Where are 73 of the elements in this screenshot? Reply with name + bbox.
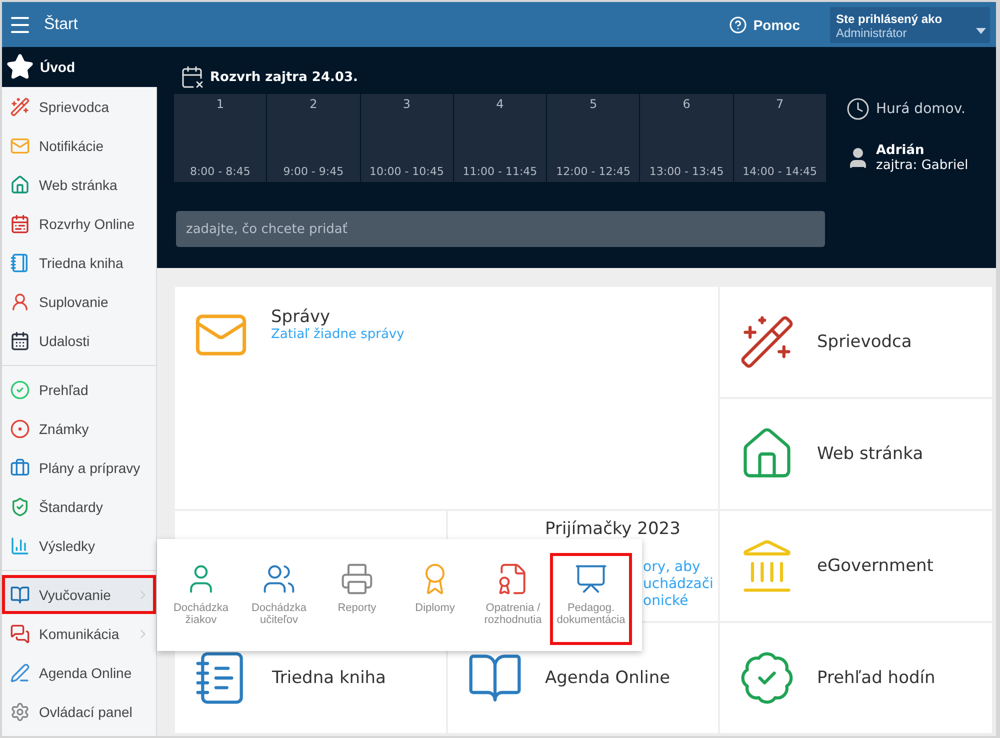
tomorrow-text: zajtra: Gabriel — [876, 158, 968, 173]
tile-description: ory, aby — [643, 559, 702, 576]
tile[interactable]: Web stránka — [720, 399, 992, 509]
notebook-icon — [10, 252, 30, 272]
pen-icon — [10, 662, 30, 682]
settings-icon — [10, 702, 30, 722]
tile-subtitle: Zatiaľ žiadne správy — [271, 327, 404, 342]
help-link[interactable]: Pomoc — [729, 16, 800, 34]
tile-title: Web stránka — [817, 444, 924, 464]
tile-title: eGovernment — [817, 556, 934, 576]
sidebar-item[interactable]: Štandardy — [2, 487, 156, 526]
user-label: Ste prihlásený ako — [836, 12, 944, 26]
period-cell[interactable]: 6 13:00 - 13:45 — [640, 94, 733, 182]
sidebar-item[interactable]: Známky — [2, 409, 156, 448]
bar-chart-icon — [10, 536, 30, 556]
tile[interactable]: Sprievodca — [720, 287, 992, 397]
sidebar-item[interactable]: Triedna kniha — [2, 243, 156, 282]
period-cell[interactable]: 4 11:00 - 11:45 — [454, 94, 546, 182]
calendar-icon — [180, 65, 204, 89]
star-icon — [6, 53, 34, 81]
sidebar-item[interactable]: Komunikácia — [2, 614, 156, 653]
period-cell[interactable]: 3 10:00 - 10:45 — [360, 94, 453, 182]
user-dropdown[interactable]: Ste prihlásený ako Administrátor — [830, 6, 990, 42]
tile-description: onické — [643, 593, 690, 610]
page-title: Štart — [44, 16, 79, 34]
clock-icon — [846, 97, 870, 121]
tile-title: Správy — [271, 307, 332, 327]
open-book-icon — [10, 584, 30, 604]
printer-icon — [340, 562, 374, 596]
sidebar-item[interactable]: Web stránka — [2, 165, 156, 204]
sidebar-item[interactable]: Agenda Online — [2, 653, 156, 692]
chat-bubbles-icon — [10, 624, 30, 644]
sidebar-item[interactable]: Sprievodca — [2, 87, 156, 126]
sidebar-item[interactable]: Prehľad — [2, 370, 156, 409]
schedule-title: Rozvrh zajtra 24.03. — [210, 70, 358, 84]
house-icon — [10, 174, 30, 194]
tile-title: Prehľad hodín — [817, 668, 936, 688]
person-name: Adrián — [876, 143, 926, 158]
tile[interactable]: Prehľad hodín — [720, 623, 992, 733]
sidebar-item[interactable]: Vyučovanie — [2, 575, 156, 614]
sidebar-item[interactable]: Notifikácie — [2, 126, 156, 165]
sidebar-item[interactable]: Plány a prípravy — [2, 448, 156, 487]
add-input-field[interactable]: zadajte, čo chcete pridať — [176, 211, 825, 247]
caret-icon — [976, 28, 986, 34]
tile[interactable]: Správy Zatiaľ žiadne správy — [175, 287, 718, 509]
sidebar-item[interactable]: Rozvrhy Online — [2, 204, 156, 243]
period-cell[interactable]: 2 9:00 - 9:45 — [267, 94, 360, 182]
period-cell[interactable]: 7 14:00 - 14:45 — [734, 94, 826, 182]
briefcase-icon — [10, 458, 30, 478]
check-circle-icon — [10, 380, 30, 400]
period-cell[interactable]: 5 12:00 - 12:45 — [547, 94, 640, 182]
sidebar-item[interactable]: Suplovanie — [2, 282, 156, 321]
magic-wand-icon — [10, 96, 30, 116]
sidebar-home-item[interactable]: Úvod — [2, 47, 157, 87]
tile-title: Prijímačky 2023 — [545, 519, 682, 539]
calendar-icon — [10, 330, 30, 350]
tile-title: Agenda Online — [545, 668, 670, 688]
tile-title: Triedna kniha — [272, 668, 386, 688]
grade-circle-icon — [10, 418, 30, 438]
help-icon — [729, 16, 748, 34]
tile-description: uchádzači — [643, 576, 714, 593]
sidebar-item[interactable]: Výsledky — [2, 526, 156, 565]
user-role: Administrátor — [836, 26, 908, 40]
sidebar-item[interactable]: Udalosti — [2, 321, 156, 360]
sidebar-item[interactable]: Ovládací panel — [2, 692, 156, 731]
tile-title: Sprievodca — [817, 332, 912, 352]
status-text: Hurá domov. — [876, 101, 966, 117]
person-icon — [10, 292, 30, 312]
tile[interactable]: eGovernment — [720, 511, 992, 621]
envelope-icon — [10, 136, 30, 156]
period-cell[interactable]: 1 8:00 - 8:45 — [174, 94, 266, 182]
calendar-grid-icon — [10, 214, 30, 234]
shield-icon — [10, 496, 30, 516]
